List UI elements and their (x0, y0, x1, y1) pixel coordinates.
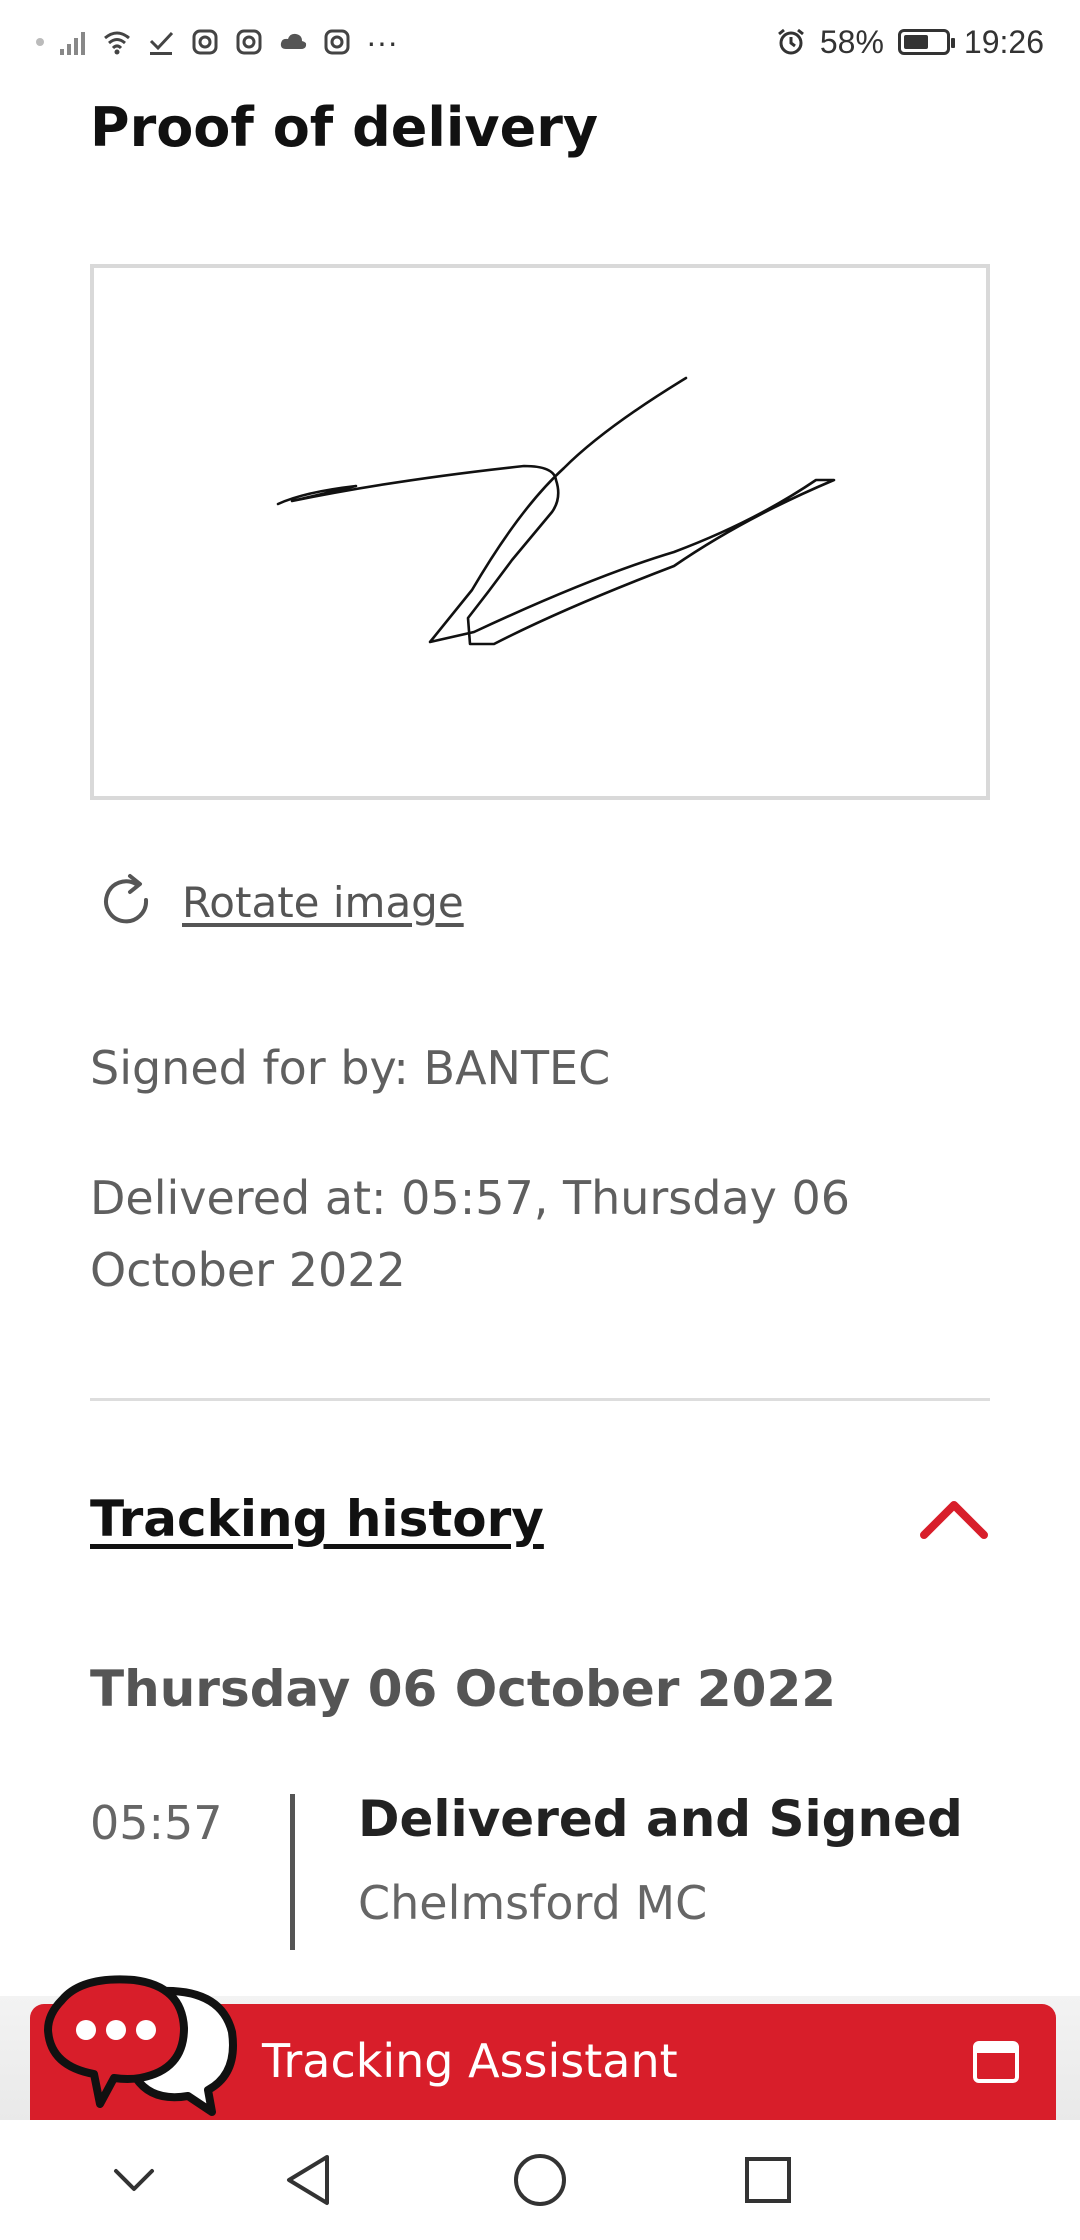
instagram-icon (236, 29, 262, 55)
status-bar-right: 58% 19:26 (776, 24, 1044, 61)
signed-for-text: Signed for by: BANTEC (90, 1041, 611, 1095)
tracking-history-toggle[interactable]: Tracking history (90, 1490, 990, 1548)
event-location: Chelmsford MC (358, 1876, 708, 1930)
nav-back-button[interactable] (278, 2150, 338, 2210)
rotate-image-label: Rotate image (182, 877, 464, 927)
chevron-down-icon (114, 2169, 154, 2191)
page-title: Proof of delivery (90, 96, 599, 159)
nav-recents-button[interactable] (738, 2150, 798, 2210)
expand-window-icon[interactable] (972, 2040, 1020, 2084)
instagram-icon (192, 29, 218, 55)
tracking-date-heading: Thursday 06 October 2022 (90, 1660, 837, 1718)
nav-home-button[interactable] (510, 2150, 570, 2210)
status-bar-left: ··· (36, 24, 398, 61)
chat-bubbles-icon[interactable] (42, 1970, 242, 2120)
signature-image (90, 264, 990, 800)
tracking-assistant-label: Tracking Assistant (262, 2034, 678, 2088)
timeline-line (290, 1794, 295, 1950)
nav-hide-button[interactable] (104, 2150, 164, 2210)
battery-percent: 58% (819, 23, 884, 60)
notification-dot (36, 38, 44, 46)
check-download-icon (149, 31, 174, 55)
system-nav-bar (0, 2120, 1080, 2240)
event-time: 05:57 (90, 1796, 223, 1850)
battery-icon (897, 29, 955, 55)
alarm-icon (777, 28, 804, 55)
signature-drawing (276, 376, 836, 646)
cloud-icon (280, 33, 307, 49)
recents-square-icon (745, 2157, 791, 2203)
signal-icon (60, 32, 85, 55)
home-circle-icon (514, 2154, 566, 2206)
instagram-icon (324, 29, 350, 55)
section-divider (90, 1398, 990, 1401)
rotate-image-link[interactable]: Rotate image (96, 870, 464, 934)
tracking-history-title: Tracking history (90, 1490, 544, 1548)
wifi-icon (104, 31, 130, 55)
event-status: Delivered and Signed (358, 1790, 963, 1848)
back-triangle-icon (287, 2155, 329, 2205)
chevron-up-icon[interactable] (918, 1497, 990, 1541)
delivered-at-text: Delivered at: 05:57, Thursday 06 October… (90, 1171, 851, 1297)
clock: 19:26 (963, 23, 1044, 60)
more-notifications: ··· (366, 23, 398, 60)
tracking-event: 05:57 Delivered and Signed Chelmsford MC (90, 1790, 990, 1950)
status-bar: ··· 58% 19:26 (0, 0, 1080, 84)
rotate-icon (104, 874, 149, 924)
